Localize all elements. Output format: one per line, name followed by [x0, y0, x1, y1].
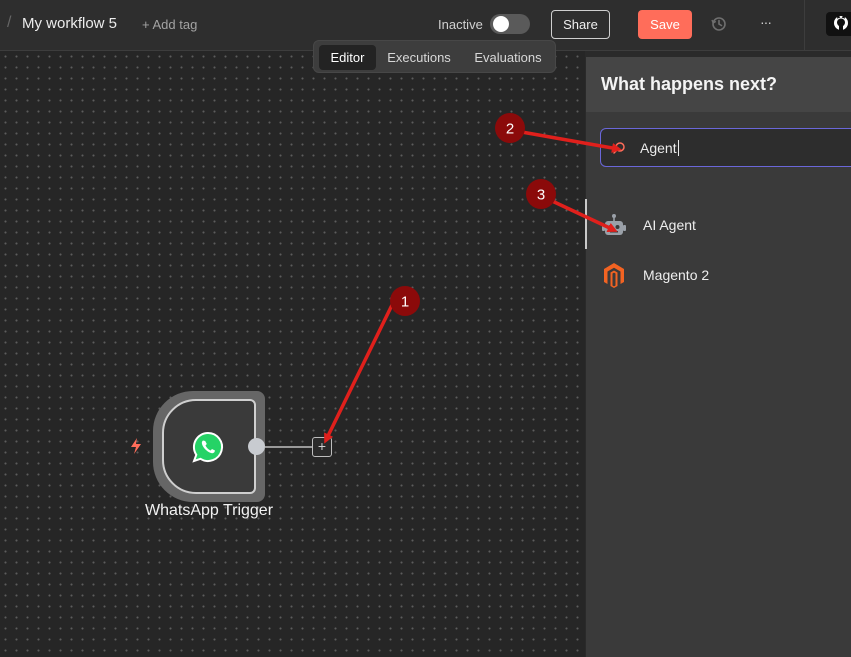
history-icon[interactable]: [709, 14, 729, 34]
search-icon: [613, 142, 625, 154]
trigger-bolt-icon: [131, 438, 141, 454]
text-caret: [677, 140, 679, 156]
more-options-icon[interactable]: ···: [760, 14, 778, 34]
activation-status-label: Inactive: [438, 17, 483, 32]
result-label-magento: Magento 2: [643, 267, 710, 283]
header-divider: [804, 0, 805, 50]
node-output-handle[interactable]: [248, 438, 265, 455]
save-button[interactable]: Save: [638, 10, 692, 39]
search-input-value: Agent: [640, 140, 679, 156]
workflow-canvas[interactable]: [0, 51, 585, 657]
more-options-label: ···: [760, 14, 772, 30]
output-connector-line: [265, 446, 312, 448]
view-tabs: Editor Executions Evaluations: [313, 40, 556, 73]
github-icon: [834, 15, 848, 31]
add-node-button[interactable]: +: [312, 437, 332, 457]
magento-icon: [604, 263, 624, 288]
workflow-name[interactable]: My workflow 5: [22, 15, 117, 32]
search-value-text: Agent: [640, 140, 677, 156]
share-button[interactable]: Share: [551, 10, 610, 39]
tab-evaluations[interactable]: Evaluations: [468, 45, 548, 70]
result-label-ai-agent: AI Agent: [643, 217, 696, 233]
toggle-knob: [493, 16, 509, 32]
node-search-input[interactable]: [600, 128, 851, 167]
breadcrumb-separator: /: [7, 14, 12, 31]
tab-executions[interactable]: Executions: [382, 45, 456, 70]
node-label: WhatsApp Trigger: [144, 502, 274, 519]
tab-editor[interactable]: Editor: [319, 45, 376, 70]
robot-icon: [602, 214, 626, 235]
github-button[interactable]: [826, 12, 851, 36]
panel-title: What happens next?: [601, 74, 778, 94]
whatsapp-icon: [192, 431, 224, 463]
add-tag-link[interactable]: + Add tag: [142, 17, 197, 32]
activation-toggle[interactable]: [490, 14, 530, 34]
